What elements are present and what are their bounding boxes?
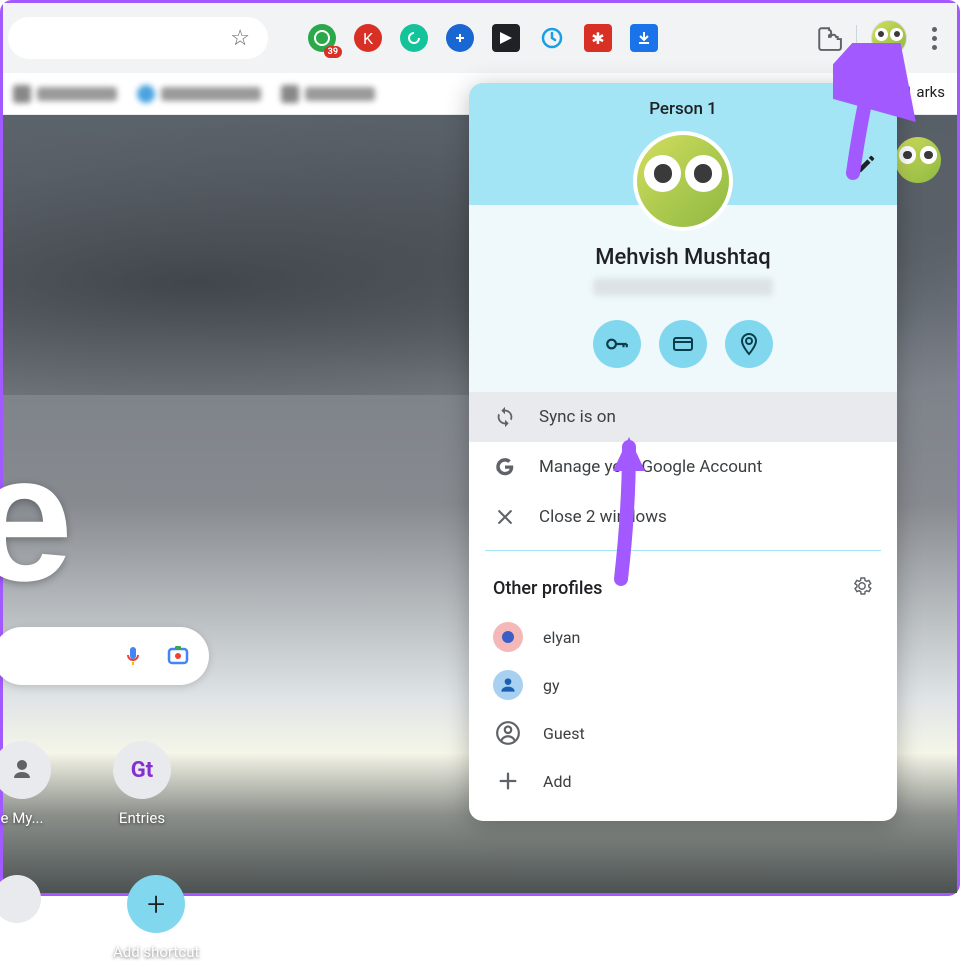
profile-avatar-large [633,131,733,231]
extension-icon[interactable] [400,24,428,52]
google-g-icon [493,455,517,479]
bookmark-item[interactable] [137,85,261,103]
extensions-tray: 39 K ✱ [308,24,808,52]
shortcut-tile[interactable] [0,875,41,923]
shortcut-tile[interactable]: Gt Entries [113,741,171,827]
extension-icon[interactable]: ✱ [584,24,612,52]
bookmark-item[interactable] [13,85,117,103]
shortcut-label: e My... [1,809,44,827]
sync-status-row[interactable]: Sync is on [469,392,897,442]
google-logo-fragment: e [0,415,73,622]
profile-display-name: Mehvish Mushtaq [469,245,897,270]
omnibox[interactable]: ☆ [8,17,268,59]
key-icon [604,331,630,357]
extension-icon[interactable]: K [354,24,382,52]
profile-avatar-button[interactable] [871,20,907,56]
extension-icon[interactable] [492,24,520,52]
edit-profile-button[interactable] [855,153,877,179]
extension-icon[interactable]: 39 [308,24,336,52]
close-windows-row[interactable]: Close 2 windows [469,492,897,542]
search-box[interactable] [0,627,209,685]
guest-profile-row[interactable]: Guest [469,709,897,757]
other-profiles-section: Other profiles elyan gy Guest [469,559,897,821]
ntp-profile-avatar[interactable] [895,137,941,183]
extension-icon[interactable] [446,24,474,52]
profile-header-title: Person 1 [469,99,897,119]
sync-icon [493,405,517,429]
profile-avatar-icon [493,670,523,700]
bookmark-item[interactable] [281,85,375,103]
other-profile-label: gy [543,676,560,695]
card-icon [671,332,695,356]
shortcut-label: Add shortcut [113,943,199,961]
passwords-button[interactable] [593,320,641,368]
manage-profiles-gear-icon[interactable] [851,575,873,601]
profile-email-blurred [593,278,773,296]
profile-body: Mehvish Mushtaq [469,205,897,392]
extension-badge: 39 [324,46,342,58]
guest-icon [493,718,523,748]
profile-header: Person 1 [469,83,897,205]
guest-profile-label: Guest [543,724,585,743]
all-bookmarks-link[interactable]: arks [892,83,945,101]
bookmark-star-icon[interactable]: ☆ [230,26,250,51]
close-windows-label: Close 2 windows [539,507,667,527]
voice-search-icon[interactable] [121,644,145,668]
image-search-icon[interactable] [165,643,191,669]
plus-icon [493,766,523,796]
other-profile-label: elyan [543,628,580,647]
shortcut-label: Entries [119,809,165,827]
add-profile-label: Add [543,772,571,791]
manage-account-row[interactable]: Manage your Google Account [469,442,897,492]
toolbar-divider [856,25,857,51]
profile-avatar-icon [493,622,523,652]
section-divider [485,550,881,551]
manage-account-label: Manage your Google Account [539,457,762,477]
extensions-puzzle-icon[interactable] [816,25,842,51]
extension-icon[interactable] [630,24,658,52]
sync-status-label: Sync is on [539,407,616,427]
browser-toolbar: ☆ 39 K ✱ [3,3,957,73]
other-profile-row[interactable]: elyan [469,613,897,661]
shortcut-tile[interactable]: e My... [0,741,51,827]
other-profile-row[interactable]: gy [469,661,897,709]
add-profile-row[interactable]: Add [469,757,897,805]
chrome-menu-button[interactable] [921,27,947,50]
addresses-button[interactable] [725,320,773,368]
profile-menu-popup: Person 1 Mehvish Mushtaq [469,83,897,821]
close-icon [493,505,517,529]
other-profiles-title: Other profiles [493,578,602,599]
payment-methods-button[interactable] [659,320,707,368]
toolbar-right [816,20,947,56]
extension-icon[interactable] [538,24,566,52]
location-icon [737,332,761,356]
add-shortcut-tile[interactable]: + Add shortcut [113,875,199,961]
